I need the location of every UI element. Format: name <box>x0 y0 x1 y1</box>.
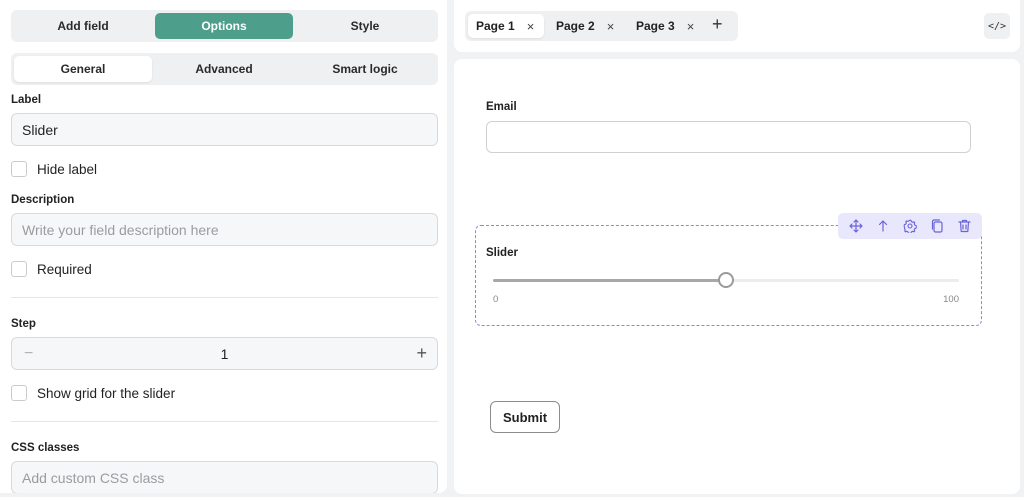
page-tab-label: Page 2 <box>556 19 595 33</box>
required-checkbox[interactable]: Required <box>11 261 92 277</box>
description-field-label: Description <box>11 194 75 206</box>
move-icon[interactable] <box>847 217 865 235</box>
tab-page-3[interactable]: Page 3 × <box>628 14 704 38</box>
slider-max-label: 100 <box>943 294 959 305</box>
tab-page-1[interactable]: Page 1 × <box>468 14 544 38</box>
step-field-label: Step <box>11 318 36 330</box>
page-tab-label: Page 3 <box>636 19 675 33</box>
add-page-button[interactable]: + <box>712 14 723 35</box>
subtab-advanced[interactable]: Advanced <box>155 56 293 82</box>
checkbox-box[interactable] <box>11 261 27 277</box>
css-classes-input[interactable]: Add custom CSS class <box>11 461 438 493</box>
label-field-label: Label <box>11 94 42 106</box>
close-icon[interactable]: × <box>527 19 535 34</box>
form-canvas: Email Slider 0 100 Submit <box>454 59 1020 494</box>
description-input[interactable]: Write your field description here <box>11 213 438 246</box>
subtab-smart-logic[interactable]: Smart logic <box>296 56 434 82</box>
slider-thumb[interactable] <box>718 272 734 288</box>
slider-track[interactable] <box>493 272 959 288</box>
code-view-button[interactable]: </> <box>984 13 1010 39</box>
tab-options[interactable]: Options <box>155 13 293 39</box>
show-grid-checkbox[interactable]: Show grid for the slider <box>11 385 175 401</box>
hide-label-checkbox[interactable]: Hide label <box>11 161 97 177</box>
slider-field-label: Slider <box>486 247 518 259</box>
copy-icon[interactable] <box>928 217 946 235</box>
label-input[interactable]: Slider <box>11 113 438 146</box>
sub-tab-bar: General Advanced Smart logic <box>11 53 438 85</box>
checkbox-box[interactable] <box>11 385 27 401</box>
section-divider <box>11 421 438 422</box>
section-divider <box>11 297 438 298</box>
required-text: Required <box>37 261 92 277</box>
subtab-general[interactable]: General <box>14 56 152 82</box>
gear-icon[interactable] <box>901 217 919 235</box>
close-icon[interactable]: × <box>607 19 615 34</box>
tab-style[interactable]: Style <box>296 13 434 39</box>
tab-add-field[interactable]: Add field <box>14 13 152 39</box>
page-tab-bar: Page 1 × Page 2 × Page 3 × + </> <box>454 0 1020 52</box>
arrow-up-icon[interactable] <box>874 217 892 235</box>
show-grid-text: Show grid for the slider <box>37 385 176 401</box>
submit-button[interactable]: Submit <box>490 401 560 433</box>
slider-fill <box>493 279 726 282</box>
close-icon[interactable]: × <box>687 19 695 34</box>
hide-label-text: Hide label <box>37 161 98 177</box>
selected-slider-field[interactable]: Slider 0 100 <box>475 225 982 326</box>
css-classes-label: CSS classes <box>11 442 80 454</box>
slider-min-label: 0 <box>493 294 499 305</box>
page-tab-label: Page 1 <box>476 19 515 33</box>
main-tab-bar: Add field Options Style <box>11 10 438 42</box>
field-options-panel: Add field Options Style General Advanced… <box>0 0 447 493</box>
step-value[interactable]: 1 <box>12 346 437 362</box>
trash-icon[interactable] <box>955 217 973 235</box>
page-tabs: Page 1 × Page 2 × Page 3 × + <box>465 11 738 41</box>
checkbox-box[interactable] <box>11 161 27 177</box>
email-field-label: Email <box>486 101 517 113</box>
field-action-toolbar <box>838 213 982 239</box>
step-increment-button[interactable]: + <box>416 343 427 364</box>
step-stepper[interactable]: − 1 + <box>11 337 438 370</box>
email-input[interactable] <box>486 121 971 153</box>
tab-page-2[interactable]: Page 2 × <box>548 14 626 38</box>
